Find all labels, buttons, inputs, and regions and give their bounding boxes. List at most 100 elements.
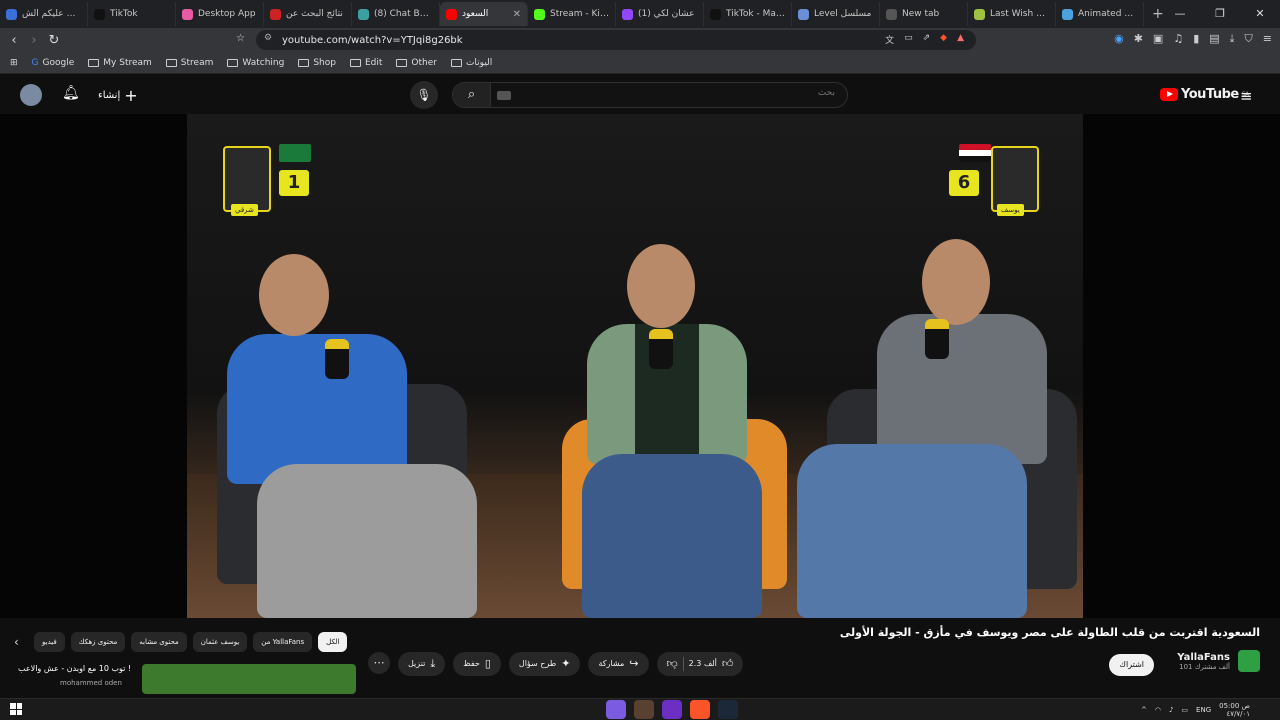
minimize-icon[interactable]: — [1160,0,1200,28]
bookmark-label: Shop [313,57,336,68]
right-player-name: يوسف [997,204,1024,216]
bookmark-folder[interactable]: My Stream [88,58,152,68]
browser-tab[interactable]: (8) Chat Box / S [352,2,440,26]
cast-icon[interactable]: ▭ [904,33,913,46]
tab-strip: مبارك عليكم الش TikTok Desktop App نتائج ال… [0,2,1144,26]
channel-name[interactable]: YallaFans [1177,652,1230,663]
browser-tab[interactable]: TikTok [88,2,176,26]
share-button[interactable]: مشاركة ↪ [588,652,649,676]
bookmark-folder[interactable]: Watching [227,58,284,68]
steam-icon[interactable] [718,700,738,719]
channel-info[interactable]: YallaFans 101 ألف مشترك [1177,650,1260,672]
close-tab-icon[interactable]: ✕ [513,9,521,20]
media-icon[interactable]: ♫ [1173,32,1183,46]
bookmark-folder[interactable]: Stream [165,58,213,68]
url-field[interactable]: ⚙ youtube.com/watch?v=YTJqi8g26bk 文 ▭ ⇗ … [256,30,976,50]
brave-browser-icon[interactable] [690,700,710,719]
notifications-bell-icon[interactable]: 🔔︎ [62,85,80,101]
apps-grid-icon[interactable]: ⊞ [10,58,18,68]
maximize-icon[interactable]: ❐ [1200,0,1240,28]
brave-shield-icon[interactable]: ◆ [940,33,947,46]
guide-menu-icon[interactable]: ≡ [1240,87,1253,105]
close-window-icon[interactable]: ✕ [1240,0,1280,28]
address-bar-row: ‹ › ↻ ☆ ⚙ youtube.com/watch?v=YTJqi8g26b… [0,28,1280,52]
browser-tab[interactable]: Desktop App [176,2,264,26]
action-buttons: ⋯ تنزيل ⤓ حفظ ▯ طرح سؤال ✦ مشاركة ↪ 👎︎ 2.3 أ… [368,652,744,676]
wallet2-icon[interactable]: ▤ [1209,32,1219,46]
keyboard-icon[interactable] [497,91,511,100]
account-avatar[interactable] [20,84,42,106]
chip-youssef[interactable]: يوسف عثمان [192,632,248,652]
rec-thumbnail[interactable] [142,664,356,694]
folder-icon [298,58,310,67]
chip-all[interactable]: الكل [318,632,348,652]
browser-tab[interactable]: نتائج البحث عن [264,2,352,26]
browser-tab[interactable]: السعود ✕ [440,2,528,26]
app-icon[interactable] [606,700,626,719]
subscribe-button[interactable]: اشتراك [1109,654,1154,676]
youtube-logo[interactable]: YouTube SA [1160,87,1249,102]
channel-avatar[interactable] [1238,650,1260,672]
tray-chevron-icon[interactable]: ^ [1141,706,1147,714]
wifi-icon[interactable]: ◠ [1155,706,1161,714]
bookmark-folder[interactable]: Edit [349,58,382,68]
search-icon[interactable]: ⌕ [453,83,491,107]
browser-tab[interactable]: New tab [880,2,968,26]
windows-start-icon[interactable] [10,703,22,715]
like-icon[interactable]: 👍︎ [722,652,734,676]
site-info-icon[interactable]: ⚙ [264,33,272,43]
reload-icon[interactable]: ↻ [44,33,64,48]
app-icon[interactable] [634,700,654,719]
vpn-icon[interactable]: ⛉ [1245,32,1253,46]
voice-search-icon[interactable]: 🎙︎ [410,81,438,109]
video-player[interactable]: 1 شرقي 6 يوسف [0,114,1280,618]
back-icon[interactable]: ‹ [4,33,24,48]
download-button[interactable]: تنزيل ⤓ [398,652,446,676]
sidebar-icon[interactable]: ▮ [1193,32,1199,46]
bookmark-folder[interactable]: Other [396,58,437,68]
bookmark-label: اليوتات [465,57,493,68]
app-icon[interactable] [662,700,682,719]
forward-icon[interactable]: › [24,33,44,48]
extensions-icon[interactable]: ✱ [1134,32,1143,46]
download-icon[interactable]: ⤓ [1230,32,1235,46]
battery-icon[interactable]: ▭ [1181,706,1188,714]
ask-button[interactable]: طرح سؤال ✦ [508,652,581,676]
wallet-icon[interactable]: ◉ [1114,32,1124,46]
more-actions-icon[interactable]: ⋯ [368,652,390,674]
video-frame[interactable]: 1 شرقي 6 يوسف [187,114,1083,618]
browser-tab[interactable]: Last Wish فيلم [968,2,1056,26]
chip-similar[interactable]: محتوى مشابه [131,632,187,652]
tab-favicon-icon [94,8,105,20]
clock[interactable]: 05:00 ص ٤٧/٧/٠١ [1219,702,1250,718]
share-page-icon[interactable]: ⇗ [923,33,931,46]
create-button[interactable]: إنشاء + [98,86,138,105]
volume-icon[interactable]: ♪ [1169,706,1173,714]
dislike-icon[interactable]: 👎︎ [667,652,678,676]
language-indicator[interactable]: ENG [1196,706,1211,714]
bookmark-google[interactable]: G Google [32,58,75,68]
brave-rewards-icon[interactable]: ▲ [957,33,964,46]
chip-video[interactable]: فيديو [34,632,65,652]
bookmark-folder[interactable]: Shop [298,58,336,68]
browser-tab[interactable]: (1) عشان لكي [616,2,704,26]
rec-title: توب 10 مع اوبدن - عش والاعب ! [18,664,132,673]
search-box[interactable]: ⌕ بحث [452,82,848,108]
recommended-video[interactable]: توب 10 مع اوبدن - عش والاعب ! mohammed o… [14,662,358,698]
folder-icon [349,58,361,67]
browser-tab[interactable]: Stream - Kick D [528,2,616,26]
browser-tab[interactable]: TikTok - Make [704,2,792,26]
bookmark-folder[interactable]: اليوتات [450,57,493,68]
translate-icon[interactable]: 文 [885,33,894,46]
right-person-jeans [797,444,1027,618]
menu-icon[interactable]: ≡ [1263,32,1272,46]
bookmark-star-icon[interactable]: ☆ [236,33,245,44]
browser-tab[interactable]: Animated GIF [1056,2,1144,26]
chip-content-b[interactable]: محتوى زهكك [70,632,126,652]
screenshot-icon[interactable]: ▣ [1153,32,1163,46]
chevron-left-icon[interactable]: ‹ [14,635,28,649]
save-button[interactable]: حفظ ▯ [453,652,501,676]
browser-tab[interactable]: Level مسلسل [792,2,880,26]
browser-tab[interactable]: مبارك عليكم الش [0,2,88,26]
chip-from-channel[interactable]: من YallaFans [253,632,313,652]
